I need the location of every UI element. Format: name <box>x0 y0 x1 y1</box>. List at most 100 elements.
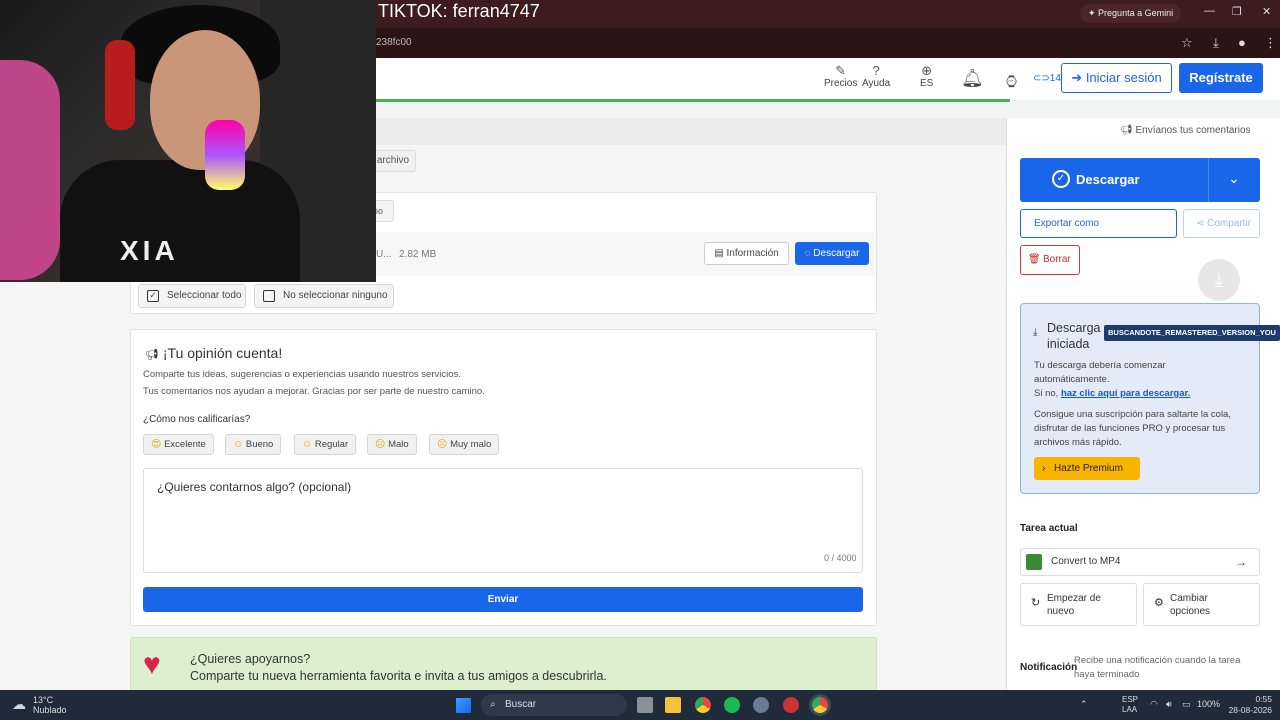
main-download-label: Descargar <box>1076 172 1140 187</box>
help-link[interactable]: ? Ayuda <box>862 63 891 90</box>
download-fab-icon[interactable]: ⤓ <box>1198 259 1240 301</box>
dl-line-3-prefix: Si no, <box>1034 388 1059 399</box>
bell-icon[interactable]: 🔔︎ <box>961 68 984 89</box>
clock-date: 28-08-2026 <box>1228 705 1272 715</box>
restart-button[interactable]: ↻ Empezar de nuevo <box>1020 583 1137 626</box>
feedback-line-2: Tus comentarios nos ayudan a mejorar. Gr… <box>143 386 485 397</box>
login-button[interactable]: ➜ Iniciar sesión <box>1061 63 1172 93</box>
file-explorer-icon[interactable] <box>665 697 681 713</box>
app-icon[interactable] <box>783 697 799 713</box>
cloud-icon: ☁ <box>12 696 26 712</box>
clock[interactable]: 0:55 28-08-2026 <box>1224 694 1272 716</box>
close-window-icon[interactable]: ✕ <box>1262 5 1271 18</box>
task-view-icon[interactable] <box>637 697 653 713</box>
wifi-icon[interactable]: ◠ <box>1150 699 1158 710</box>
chevron-right-icon: › <box>1042 463 1046 474</box>
weather-widget[interactable]: 13°C Nublado <box>33 695 67 715</box>
clock-time: 0:55 <box>1255 694 1272 704</box>
taskbar: ☁ 13°C Nublado ⌕ Buscar ⌃ ESP LAA ◠ 🔊︎ ▭ … <box>0 690 1280 720</box>
language-selector[interactable]: ⊕ ES <box>920 64 933 90</box>
feedback-line-1: Comparte tus ideas, sugerencias o experi… <box>143 369 461 380</box>
current-task-item[interactable]: Convert to MP4 → <box>1020 548 1260 576</box>
webcam-overlay: XIA <box>0 0 376 282</box>
dl-line-2: automáticamente. <box>1034 374 1110 385</box>
comment-placeholder: ¿Quieres contarnos algo? (opcional) <box>157 480 352 494</box>
clipboard-clock-icon[interactable]: ⌚︎ <box>1003 68 1020 94</box>
add-file-chip[interactable]: archivo <box>370 150 416 172</box>
rating-good[interactable]: ☺ Bueno <box>225 434 282 455</box>
main-download-button[interactable]: ✓ Descargar ⌄ <box>1020 158 1260 202</box>
notification-label: Notificación <box>1020 662 1078 673</box>
filename-tooltip: BUSCANDOTE_REMASTERED_VERSION_YOU <box>1104 325 1280 341</box>
checkbox-checked-icon: ✓ <box>147 290 159 302</box>
input-language[interactable]: ESP LAA <box>1122 695 1138 715</box>
download-icon: ⤓ <box>1033 327 1038 338</box>
change-options-button[interactable]: ⚙ Cambiar opciones <box>1143 583 1260 626</box>
current-task-name: Convert to MP4 <box>1051 556 1121 567</box>
send-button[interactable]: Enviar <box>143 587 863 612</box>
battery-percent: 100% <box>1197 699 1221 709</box>
gemini-label: Pregunta a Gemini <box>1098 8 1174 18</box>
select-none-label: No seleccionar ninguno <box>283 290 388 301</box>
rating-excellent[interactable]: 😍︎ Excelente <box>143 434 214 455</box>
url-text: 238fc00 <box>376 37 412 48</box>
manual-download-link[interactable]: haz clic aquí para descargar. <box>1061 388 1190 399</box>
share-icon: ⋖ <box>1195 218 1205 229</box>
settings-icon[interactable] <box>753 697 769 713</box>
angry-face-icon: ☹ <box>437 439 448 450</box>
char-counter: 0 / 4000 <box>824 553 857 563</box>
download-file-label: Descargar <box>813 248 860 259</box>
select-all-button[interactable]: ✓ Seleccionar todo <box>138 284 246 308</box>
info-button[interactable]: ▤ Información <box>704 242 789 265</box>
taskbar-search[interactable]: ⌕ Buscar <box>481 694 627 716</box>
support-title: ¿Quieres apoyarnos? <box>190 652 311 666</box>
rating-label: Bueno <box>245 439 274 450</box>
browser-menu-icon[interactable]: ⋮ <box>1264 35 1277 51</box>
select-all-label: Seleccionar todo <box>167 290 242 301</box>
premium-button[interactable]: › Hazte Premium <box>1034 457 1140 480</box>
windows-start-icon[interactable] <box>456 698 471 713</box>
download-file-button[interactable]: ◌ Descargar <box>795 242 869 265</box>
help-label: Ayuda <box>862 78 891 89</box>
promo-line-1: Consigue una suscripción para saltarte l… <box>1034 409 1231 420</box>
premium-label: Hazte Premium <box>1054 463 1123 474</box>
weather-temp: 13°C <box>33 695 54 705</box>
pricing-link[interactable]: ✎ Precios <box>824 64 858 90</box>
chevron-down-icon[interactable]: ⌄ <box>1228 170 1240 187</box>
smile-icon: ☺ <box>233 439 244 450</box>
feedback-link[interactable]: 📢︎ Envíanos tus comentarios <box>1120 125 1251 136</box>
gemini-button[interactable]: ✦ Pregunta a Gemini <box>1080 4 1182 23</box>
checkbox-empty-icon <box>263 290 275 302</box>
delete-button[interactable]: 🗑︎ Borrar <box>1020 245 1080 275</box>
notification-text: Recibe una notificación cuando la tarea … <box>1074 655 1241 680</box>
spotify-icon[interactable] <box>724 697 740 713</box>
profile-avatar-icon[interactable]: ● <box>1238 35 1246 50</box>
gears-icon: ⚙ <box>1154 597 1164 609</box>
question-icon: ? <box>872 63 880 78</box>
credits-count: 14 <box>1049 73 1061 84</box>
restart-label: Empezar de nuevo <box>1047 593 1101 617</box>
pricing-label: Precios <box>824 78 858 89</box>
rating-bad[interactable]: ☹ Malo <box>367 434 417 455</box>
change-options-label: Cambiar opciones <box>1170 593 1211 617</box>
search-label: Buscar <box>505 699 537 710</box>
bookmark-star-icon[interactable]: ☆ <box>1181 35 1193 51</box>
rating-label: Excelente <box>164 439 206 450</box>
select-none-button[interactable]: No seleccionar ninguno <box>254 284 394 308</box>
export-as-button[interactable]: Exportar como <box>1020 209 1177 238</box>
register-button[interactable]: Regístrate <box>1179 63 1263 93</box>
minimize-icon[interactable]: — <box>1204 5 1215 17</box>
file-name: U... <box>376 249 392 260</box>
rating-regular[interactable]: ☺ Regular <box>294 434 357 455</box>
refresh-icon: ↻ <box>1031 597 1041 609</box>
rating-very-bad[interactable]: ☹ Muy malo <box>429 434 500 455</box>
downloads-icon[interactable]: ⤓ <box>1213 35 1219 51</box>
restore-icon[interactable]: ❐ <box>1232 5 1242 18</box>
volume-icon[interactable]: 🔊︎ <box>1166 699 1172 710</box>
tray-chevron-icon[interactable]: ⌃ <box>1080 699 1088 710</box>
feedback-title: 📢︎ ¡Tu opinión cuenta! <box>145 345 282 361</box>
chrome-active-icon[interactable] <box>812 697 828 713</box>
chrome-icon[interactable] <box>695 697 711 713</box>
share-button[interactable]: ⋖ Compartir <box>1183 209 1260 238</box>
tiktok-watermark: TIKTOK: ferran4747 <box>378 1 540 21</box>
